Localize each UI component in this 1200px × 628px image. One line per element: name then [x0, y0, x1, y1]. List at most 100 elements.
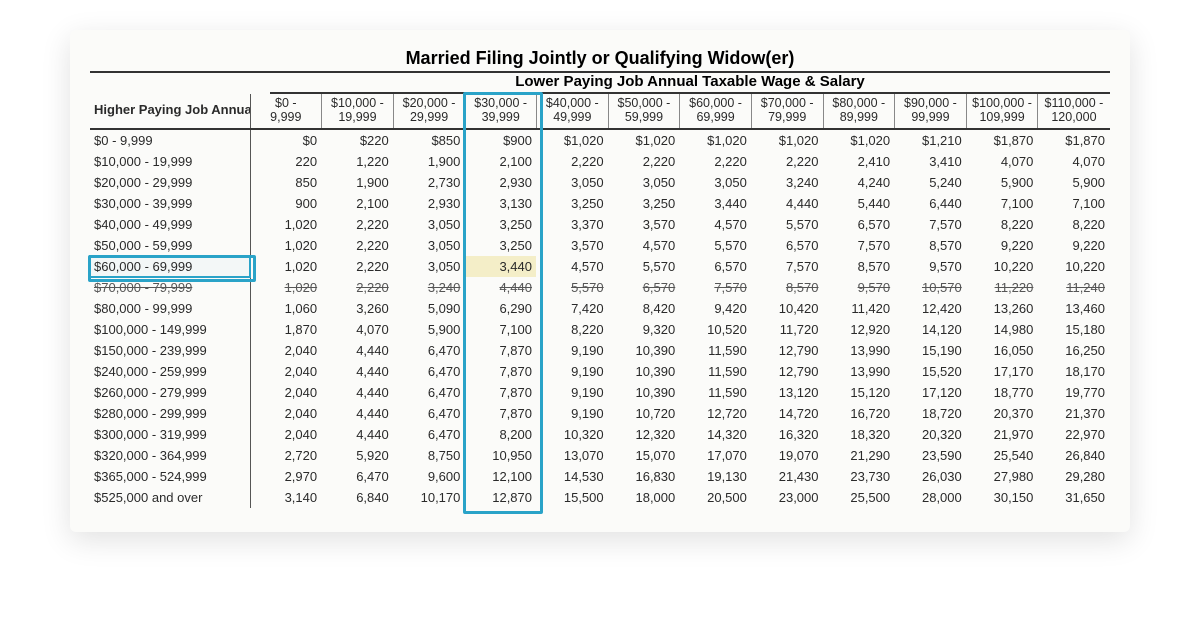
cell: 14,530	[537, 466, 609, 487]
cell: 4,070	[322, 319, 394, 340]
cell: 4,440	[322, 361, 394, 382]
cell: 5,920	[322, 445, 394, 466]
tax-table-card: Married Filing Jointly or Qualifying Wid…	[70, 30, 1130, 532]
cell: 10,220	[1038, 256, 1110, 277]
cell: 3,250	[537, 193, 609, 214]
cell: 14,120	[895, 319, 967, 340]
cell: 3,250	[465, 235, 537, 256]
cell: 10,570	[895, 277, 967, 298]
cell: 19,070	[751, 445, 823, 466]
cell: 6,470	[393, 382, 465, 403]
cell: $850	[393, 129, 465, 151]
column-header: $30,000 -39,999	[465, 94, 537, 129]
cell: 2,930	[465, 172, 537, 193]
cell: 13,990	[823, 361, 895, 382]
column-header: $20,000 -29,999	[393, 94, 465, 129]
cell: 21,430	[751, 466, 823, 487]
cell: 10,220	[966, 256, 1038, 277]
cell: 3,570	[537, 235, 609, 256]
cell: 3,050	[680, 172, 752, 193]
cell: 6,440	[895, 193, 967, 214]
cell: 31,650	[1038, 487, 1110, 508]
row-label: $50,000 - 59,999	[90, 235, 250, 256]
cell: 21,370	[1038, 403, 1110, 424]
cell: 7,100	[465, 319, 537, 340]
table-row: $50,000 - 59,9991,0202,2203,0503,2503,57…	[90, 235, 1110, 256]
cell: 2,040	[250, 340, 322, 361]
cell: 15,120	[823, 382, 895, 403]
cell: 10,390	[608, 340, 680, 361]
cell: 12,320	[608, 424, 680, 445]
cell: 30,150	[966, 487, 1038, 508]
cell: 2,040	[250, 361, 322, 382]
cell: 13,260	[966, 298, 1038, 319]
cell: 9,220	[1038, 235, 1110, 256]
row-label: $40,000 - 49,999	[90, 214, 250, 235]
cell: 23,730	[823, 466, 895, 487]
cell: 6,570	[823, 214, 895, 235]
cell: 7,570	[823, 235, 895, 256]
cell: 850	[250, 172, 322, 193]
cell: 9,570	[895, 256, 967, 277]
column-header: $70,000 -79,999	[751, 94, 823, 129]
cell: 8,220	[966, 214, 1038, 235]
table-row: $0 - 9,999$0$220$850$900$1,020$1,020$1,0…	[90, 129, 1110, 151]
cell: 6,840	[322, 487, 394, 508]
cell: 9,600	[393, 466, 465, 487]
cell: 7,870	[465, 403, 537, 424]
cell: 1,060	[250, 298, 322, 319]
cell: 11,420	[823, 298, 895, 319]
cell: 13,070	[537, 445, 609, 466]
cell: 26,840	[1038, 445, 1110, 466]
cell: 4,440	[751, 193, 823, 214]
row-label: $525,000 and over	[90, 487, 250, 508]
cell: 5,900	[393, 319, 465, 340]
cell: 2,220	[322, 256, 394, 277]
cell: 13,990	[823, 340, 895, 361]
cell: 7,870	[465, 340, 537, 361]
row-label: $300,000 - 319,999	[90, 424, 250, 445]
row-label: $20,000 - 29,999	[90, 172, 250, 193]
cell: 18,720	[895, 403, 967, 424]
cell: 2,220	[537, 151, 609, 172]
cell: 2,220	[322, 235, 394, 256]
cell: 4,240	[823, 172, 895, 193]
cell: 10,950	[465, 445, 537, 466]
cell: 7,870	[465, 361, 537, 382]
cell: 9,420	[680, 298, 752, 319]
cell: 4,070	[966, 151, 1038, 172]
table-body: $0 - 9,999$0$220$850$900$1,020$1,020$1,0…	[90, 129, 1110, 508]
table-row: $70,000 - 79,9991,0202,2203,2404,4405,57…	[90, 277, 1110, 298]
column-header: $80,000 -89,999	[823, 94, 895, 129]
cell: $1,020	[751, 129, 823, 151]
cell: $220	[322, 129, 394, 151]
cell: 3,130	[465, 193, 537, 214]
row-label: $0 - 9,999	[90, 129, 250, 151]
column-header: $110,000 -120,000	[1038, 94, 1110, 129]
cell: 3,250	[608, 193, 680, 214]
cell: 18,170	[1038, 361, 1110, 382]
cell: 5,900	[1038, 172, 1110, 193]
cell: 10,320	[537, 424, 609, 445]
withholding-table: Higher Paying Job Annual Taxable Wage & …	[90, 94, 1110, 508]
cell: 1,900	[393, 151, 465, 172]
cell: 2,930	[393, 193, 465, 214]
row-label: $280,000 - 299,999	[90, 403, 250, 424]
cell: 28,000	[895, 487, 967, 508]
cell: 12,790	[751, 361, 823, 382]
cell: 13,460	[1038, 298, 1110, 319]
cell: 3,050	[393, 256, 465, 277]
cell: 4,440	[322, 382, 394, 403]
row-label: $365,000 - 524,999	[90, 466, 250, 487]
cell: 11,240	[1038, 277, 1110, 298]
column-header: $60,000 -69,999	[680, 94, 752, 129]
cell: 8,570	[751, 277, 823, 298]
cell: 3,050	[537, 172, 609, 193]
table-row: $365,000 - 524,9992,9706,4709,60012,1001…	[90, 466, 1110, 487]
cell: 16,830	[608, 466, 680, 487]
cell: 6,570	[608, 277, 680, 298]
cell: 6,470	[322, 466, 394, 487]
cell: 8,200	[465, 424, 537, 445]
cell: 15,070	[608, 445, 680, 466]
cell: 15,180	[1038, 319, 1110, 340]
